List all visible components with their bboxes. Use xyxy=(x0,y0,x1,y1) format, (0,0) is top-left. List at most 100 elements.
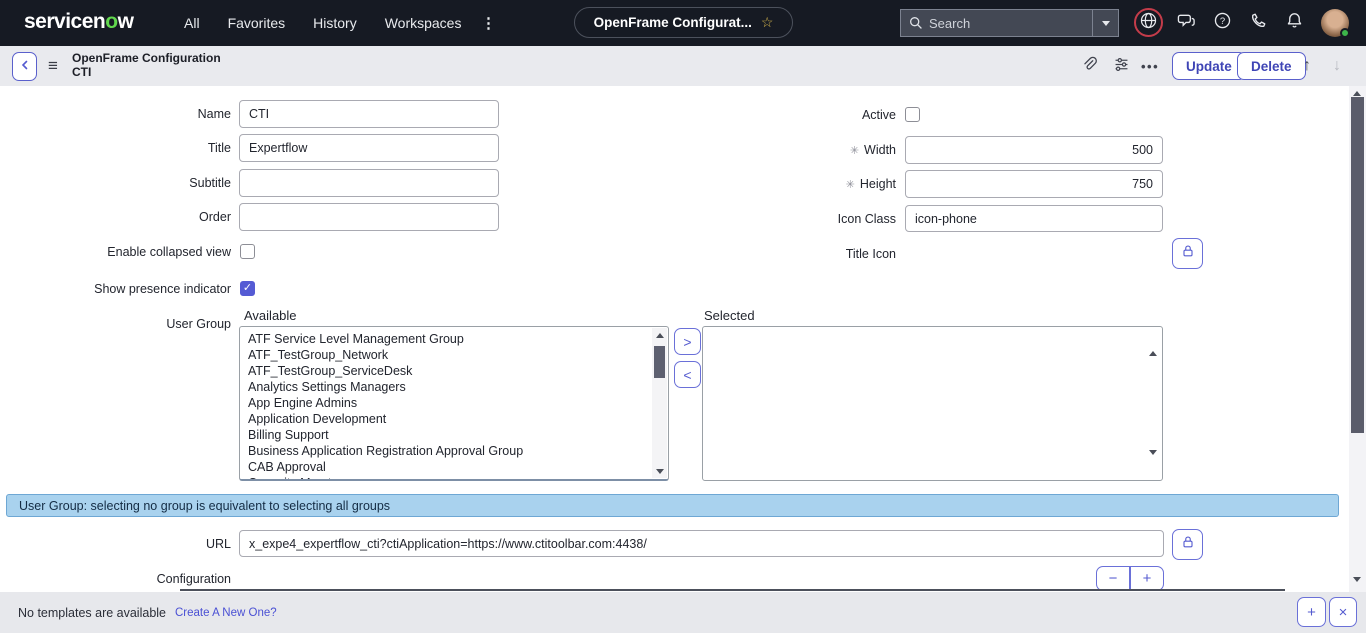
scrollbar-thumb[interactable] xyxy=(654,346,665,378)
close-templates-button[interactable]: × xyxy=(1329,597,1357,627)
top-nav-bar: servicenow All Favorites History Workspa… xyxy=(0,0,1366,46)
back-button[interactable] xyxy=(12,52,37,81)
available-group-item[interactable]: Application Development xyxy=(240,411,652,427)
show-presence-indicator-checkbox[interactable]: ✓ xyxy=(240,281,255,296)
url-lock-button[interactable] xyxy=(1172,529,1203,560)
delete-button[interactable]: Delete xyxy=(1237,52,1306,80)
available-listbox-scrollbar[interactable] xyxy=(652,328,667,478)
order-input[interactable] xyxy=(239,203,499,231)
check-icon: ✓ xyxy=(243,283,252,294)
form-context-menu-icon[interactable]: ≡ xyxy=(48,51,58,80)
icon-class-input[interactable] xyxy=(905,205,1163,232)
title-input[interactable] xyxy=(239,134,499,162)
nav-item-all[interactable]: All xyxy=(184,15,200,31)
sliders-icon xyxy=(1113,56,1130,78)
url-label: URL xyxy=(60,530,231,557)
order-label: Order xyxy=(60,203,231,231)
title-icon-lock-button[interactable] xyxy=(1172,238,1203,269)
search-input[interactable] xyxy=(923,16,1092,31)
help-icon: ? xyxy=(1213,11,1232,35)
available-group-item[interactable]: CAB Approval xyxy=(240,459,652,475)
configuration-minus-button[interactable]: − xyxy=(1096,566,1130,591)
scroll-down-arrow-icon[interactable] xyxy=(1149,455,1157,473)
configuration-stepper: − + xyxy=(1096,566,1164,591)
help-button[interactable]: ? xyxy=(1212,13,1232,33)
main-nav: All Favorites History Workspaces xyxy=(184,0,461,46)
notifications-button[interactable] xyxy=(1284,13,1304,33)
user-avatar[interactable] xyxy=(1321,9,1349,37)
add-template-button[interactable]: + xyxy=(1297,597,1326,627)
personalize-form-button[interactable] xyxy=(1112,58,1130,76)
phone-button[interactable] xyxy=(1248,13,1268,33)
active-checkbox[interactable]: ✓ xyxy=(905,107,920,122)
attachment-button[interactable] xyxy=(1080,58,1098,76)
scroll-up-arrow-icon[interactable] xyxy=(1353,91,1361,96)
update-button[interactable]: Update xyxy=(1172,52,1246,80)
move-left-button[interactable]: < xyxy=(674,361,701,388)
available-group-item[interactable]: ATF_TestGroup_Network xyxy=(240,347,652,363)
available-groups-listbox[interactable]: ATF Service Level Management GroupATF_Te… xyxy=(239,326,669,481)
nav-item-history[interactable]: History xyxy=(313,15,357,31)
scroll-up-arrow-icon[interactable] xyxy=(652,328,667,342)
servicenow-logo[interactable]: servicenow xyxy=(24,10,133,34)
favorite-star-icon[interactable]: ☆ xyxy=(761,14,774,31)
nav-item-workspaces[interactable]: Workspaces xyxy=(385,15,462,31)
previous-record-arrow[interactable]: ↑ xyxy=(1303,52,1311,80)
width-input[interactable] xyxy=(905,136,1163,164)
selected-groups-listbox[interactable] xyxy=(702,326,1163,481)
nav-item-favorites[interactable]: Favorites xyxy=(228,15,286,31)
configuration-plus-button[interactable]: + xyxy=(1130,566,1164,591)
page-scrollbar[interactable] xyxy=(1349,86,1366,592)
presence-dot xyxy=(1340,28,1350,38)
available-group-item[interactable]: ATF Service Level Management Group xyxy=(240,331,652,347)
enable-collapsed-view-label: Enable collapsed view xyxy=(40,244,231,259)
available-group-item[interactable]: Analytics Settings Managers xyxy=(240,379,652,395)
scroll-down-arrow-icon[interactable] xyxy=(652,464,667,478)
info-message-bar: User Group: selecting no group is equiva… xyxy=(6,494,1339,517)
pill-label: OpenFrame Configurat... xyxy=(594,15,752,30)
height-label-text: Height xyxy=(860,177,896,191)
title-label: Title xyxy=(60,134,231,162)
available-heading: Available xyxy=(244,308,297,323)
nav-overflow-menu-icon[interactable]: ⋮ xyxy=(481,0,496,46)
enable-collapsed-view-checkbox[interactable]: ✓ xyxy=(240,244,255,259)
scrollbar-thumb[interactable] xyxy=(1351,97,1364,433)
logo-text: w xyxy=(118,10,134,33)
selected-heading: Selected xyxy=(704,308,755,323)
scroll-down-arrow-icon[interactable] xyxy=(1353,577,1361,582)
subtitle-label: Subtitle xyxy=(60,169,231,197)
search-scope-dropdown[interactable] xyxy=(1092,10,1118,36)
form-title: OpenFrame Configuration CTI xyxy=(72,51,221,79)
scroll-up-arrow-icon[interactable] xyxy=(1149,334,1157,352)
available-group-item[interactable]: App Engine Admins xyxy=(240,395,652,411)
connect-chat-button[interactable] xyxy=(1176,13,1196,33)
bell-icon xyxy=(1285,11,1304,35)
available-group-item[interactable]: Capacity Mgmt xyxy=(240,475,652,479)
templates-bar: No templates are available Create A New … xyxy=(0,592,1366,633)
available-group-item[interactable]: Billing Support xyxy=(240,427,652,443)
more-actions-icon[interactable]: ••• xyxy=(1141,52,1159,80)
height-label: ✳ Height xyxy=(700,170,896,198)
height-input[interactable] xyxy=(905,170,1163,198)
name-input[interactable] xyxy=(239,100,499,128)
logo-text: servicen xyxy=(24,10,105,33)
lock-icon xyxy=(1180,243,1196,264)
globe-icon xyxy=(1139,11,1158,35)
move-right-button[interactable]: > xyxy=(674,328,701,355)
chevron-left-icon xyxy=(19,58,31,76)
info-message-text: User Group: selecting no group is equiva… xyxy=(19,499,390,513)
mandatory-icon: ✳ xyxy=(846,178,855,191)
phone-icon xyxy=(1249,12,1267,35)
open-record-pill[interactable]: OpenFrame Configurat... ☆ xyxy=(574,7,793,38)
no-templates-message: No templates are available xyxy=(18,606,166,620)
width-label: ✳Width xyxy=(700,136,896,164)
search-icon xyxy=(909,16,923,30)
language-globe-button[interactable] xyxy=(1134,8,1163,37)
create-new-template-link[interactable]: Create A New One? xyxy=(175,607,277,619)
available-group-item[interactable]: Business Application Registration Approv… xyxy=(240,443,652,459)
lock-icon xyxy=(1180,534,1196,555)
available-group-item[interactable]: ATF_TestGroup_ServiceDesk xyxy=(240,363,652,379)
subtitle-input[interactable] xyxy=(239,169,499,197)
chat-icon xyxy=(1177,11,1196,35)
url-input[interactable] xyxy=(239,530,1164,557)
